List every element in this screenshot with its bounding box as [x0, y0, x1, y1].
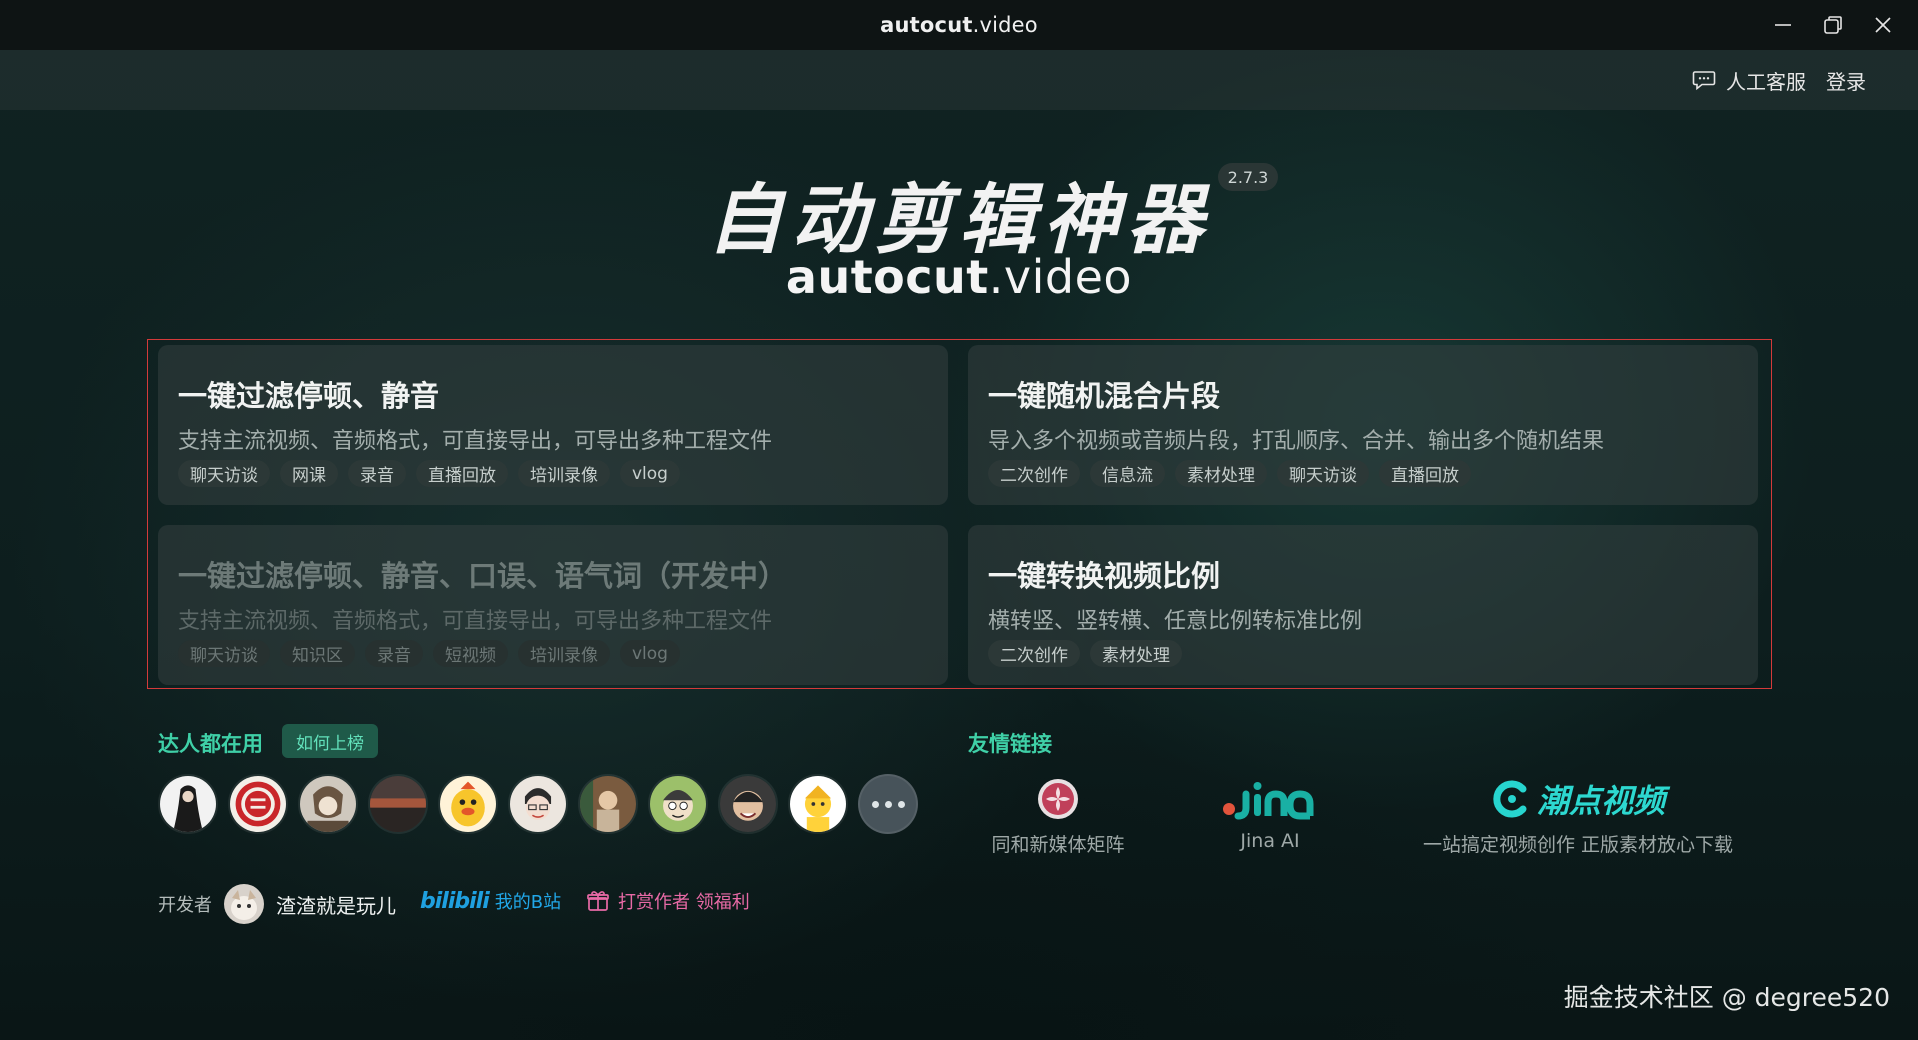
- avatar[interactable]: [648, 774, 708, 834]
- feature-card-aspect-ratio[interactable]: 一键转换视频比例 横转竖、竖转横、任意比例转标准比例 二次创作 素材处理: [968, 525, 1758, 685]
- feature-title: 一键过滤停顿、静音: [178, 379, 440, 413]
- bilibili-logo-icon: bilibili: [420, 888, 490, 914]
- gift-icon: [587, 891, 609, 911]
- feature-desc: 支持主流视频、音频格式，可直接导出，可导出多种工程文件: [178, 609, 773, 634]
- tag: 素材处理: [1175, 460, 1267, 487]
- header-actions: 人工客服 登录: [1692, 50, 1866, 110]
- tag: 直播回放: [416, 460, 508, 487]
- feature-grid: 一键过滤停顿、静音 支持主流视频、音频格式，可直接导出，可导出多种工程文件 聊天…: [147, 339, 1772, 689]
- users-section-title: 达人都在用: [158, 732, 263, 756]
- developer-avatar[interactable]: [224, 884, 264, 924]
- feature-title: 一键转换视频比例: [988, 559, 1221, 593]
- jina-logo-icon: [1223, 782, 1314, 820]
- app-header: 人工客服 登录: [0, 50, 1918, 110]
- watermark-text: 掘金技术社区 @ degree520: [1563, 983, 1890, 1012]
- feature-tags: 二次创作 信息流 素材处理 聊天访谈 直播回放: [988, 460, 1471, 487]
- chat-bubble-icon: [1692, 71, 1716, 91]
- feature-desc: 横转竖、竖转横、任意比例转标准比例: [988, 609, 1363, 634]
- how-to-rank-button[interactable]: 如何上榜: [282, 724, 378, 758]
- avatar[interactable]: [718, 774, 778, 834]
- bilibili-link[interactable]: bilibili 我的B站: [420, 888, 561, 914]
- hero-subtitle: autocut.video: [785, 250, 1133, 304]
- tag: 知识区: [280, 640, 355, 667]
- link-jina-ai[interactable]: Jina AI: [1210, 778, 1330, 852]
- feature-desc: 导入多个视频或音频片段，打乱顺序、合并、输出多个随机结果: [988, 429, 1605, 454]
- tag: 短视频: [433, 640, 508, 667]
- tag: 二次创作: [988, 460, 1080, 487]
- feature-card-random-mix[interactable]: 一键随机混合片段 导入多个视频或音频片段，打乱顺序、合并、输出多个随机结果 二次…: [968, 345, 1758, 505]
- tag: vlog: [620, 640, 680, 667]
- maximize-button[interactable]: [1812, 4, 1854, 46]
- window-title: autocut.video: [880, 13, 1038, 37]
- link-name: 同和新媒体矩阵: [991, 834, 1125, 856]
- avatar[interactable]: [788, 774, 848, 834]
- feature-card-filter-silence[interactable]: 一键过滤停顿、静音 支持主流视频、音频格式，可直接导出，可导出多种工程文件 聊天…: [158, 345, 948, 505]
- chaodian-logo-text: 潮点视频: [1536, 782, 1665, 820]
- tag: 聊天访谈: [178, 460, 270, 487]
- tag: 聊天访谈: [1277, 460, 1369, 487]
- link-chaodian-video[interactable]: 潮点视频 一站搞定视频创作 正版素材放心下载: [1408, 778, 1748, 857]
- window-controls: [1762, 0, 1904, 50]
- tag: 网课: [280, 460, 338, 487]
- feature-desc: 支持主流视频、音频格式，可直接导出，可导出多种工程文件: [178, 429, 773, 454]
- more-dot: [897, 800, 905, 808]
- more-dots-icon: [871, 800, 879, 808]
- customer-service-label: 人工客服: [1726, 69, 1806, 94]
- link-name: 一站搞定视频创作 正版素材放心下载: [1422, 834, 1734, 856]
- version-badge: 2.7.3: [1218, 163, 1278, 191]
- avatar[interactable]: [158, 774, 218, 834]
- developer-label: 开发者: [158, 895, 212, 916]
- tag: 培训录像: [518, 640, 610, 667]
- restore-icon: [1824, 16, 1842, 34]
- more-dot: [884, 800, 892, 808]
- feature-tags: 聊天访谈 网课 录音 直播回放 培训录像 vlog: [178, 460, 680, 487]
- tag: 信息流: [1090, 460, 1165, 487]
- window-titlebar: autocut.video: [0, 0, 1918, 50]
- tag: 培训录像: [518, 460, 610, 487]
- link-tonghe[interactable]: 同和新媒体矩阵: [988, 778, 1128, 857]
- tag: 聊天访谈: [178, 640, 270, 667]
- user-avatars: [158, 774, 918, 834]
- tonghe-logo-icon: [1038, 779, 1078, 819]
- avatar[interactable]: [578, 774, 638, 834]
- avatar[interactable]: [228, 774, 288, 834]
- customer-service-button[interactable]: 人工客服: [1692, 66, 1806, 95]
- minimize-button[interactable]: [1762, 4, 1804, 46]
- minimize-icon: [1775, 24, 1791, 26]
- link-name: Jina AI: [1240, 830, 1300, 852]
- close-icon: [1875, 17, 1891, 33]
- bilibili-label: 我的B站: [494, 892, 562, 913]
- feature-tags: 聊天访谈 知识区 录音 短视频 培训录像 vlog: [178, 640, 680, 667]
- more-users-button[interactable]: [858, 774, 918, 834]
- developer-name[interactable]: 渣渣就是玩儿: [276, 890, 396, 919]
- feature-card-filter-filler-words: 一键过滤停顿、静音、口误、语气词（开发中） 支持主流视频、音频格式，可直接导出，…: [158, 525, 948, 685]
- login-button[interactable]: 登录: [1826, 66, 1866, 95]
- feature-title: 一键过滤停顿、静音、口误、语气词（开发中）: [178, 559, 788, 593]
- avatar[interactable]: [438, 774, 498, 834]
- chaodian-logo: 潮点视频: [1491, 778, 1665, 820]
- reward-label: 打赏作者 领福利: [618, 892, 750, 913]
- tag: 录音: [365, 640, 423, 667]
- tag: 直播回放: [1379, 460, 1471, 487]
- tag: vlog: [620, 460, 680, 487]
- tag: 二次创作: [988, 640, 1080, 667]
- avatar[interactable]: [298, 774, 358, 834]
- close-button[interactable]: [1862, 4, 1904, 46]
- links-section-title: 友情链接: [968, 732, 1052, 756]
- avatar[interactable]: [368, 774, 428, 834]
- tag: 素材处理: [1090, 640, 1182, 667]
- avatar[interactable]: [508, 774, 568, 834]
- feature-title: 一键随机混合片段: [988, 379, 1221, 413]
- feature-tags: 二次创作 素材处理: [988, 640, 1182, 667]
- tag: 录音: [348, 460, 406, 487]
- developer-info: 开发者 渣渣就是玩儿: [158, 884, 396, 924]
- chaodian-logo-icon: [1493, 780, 1527, 818]
- reward-author-link[interactable]: 打赏作者 领福利: [586, 888, 750, 914]
